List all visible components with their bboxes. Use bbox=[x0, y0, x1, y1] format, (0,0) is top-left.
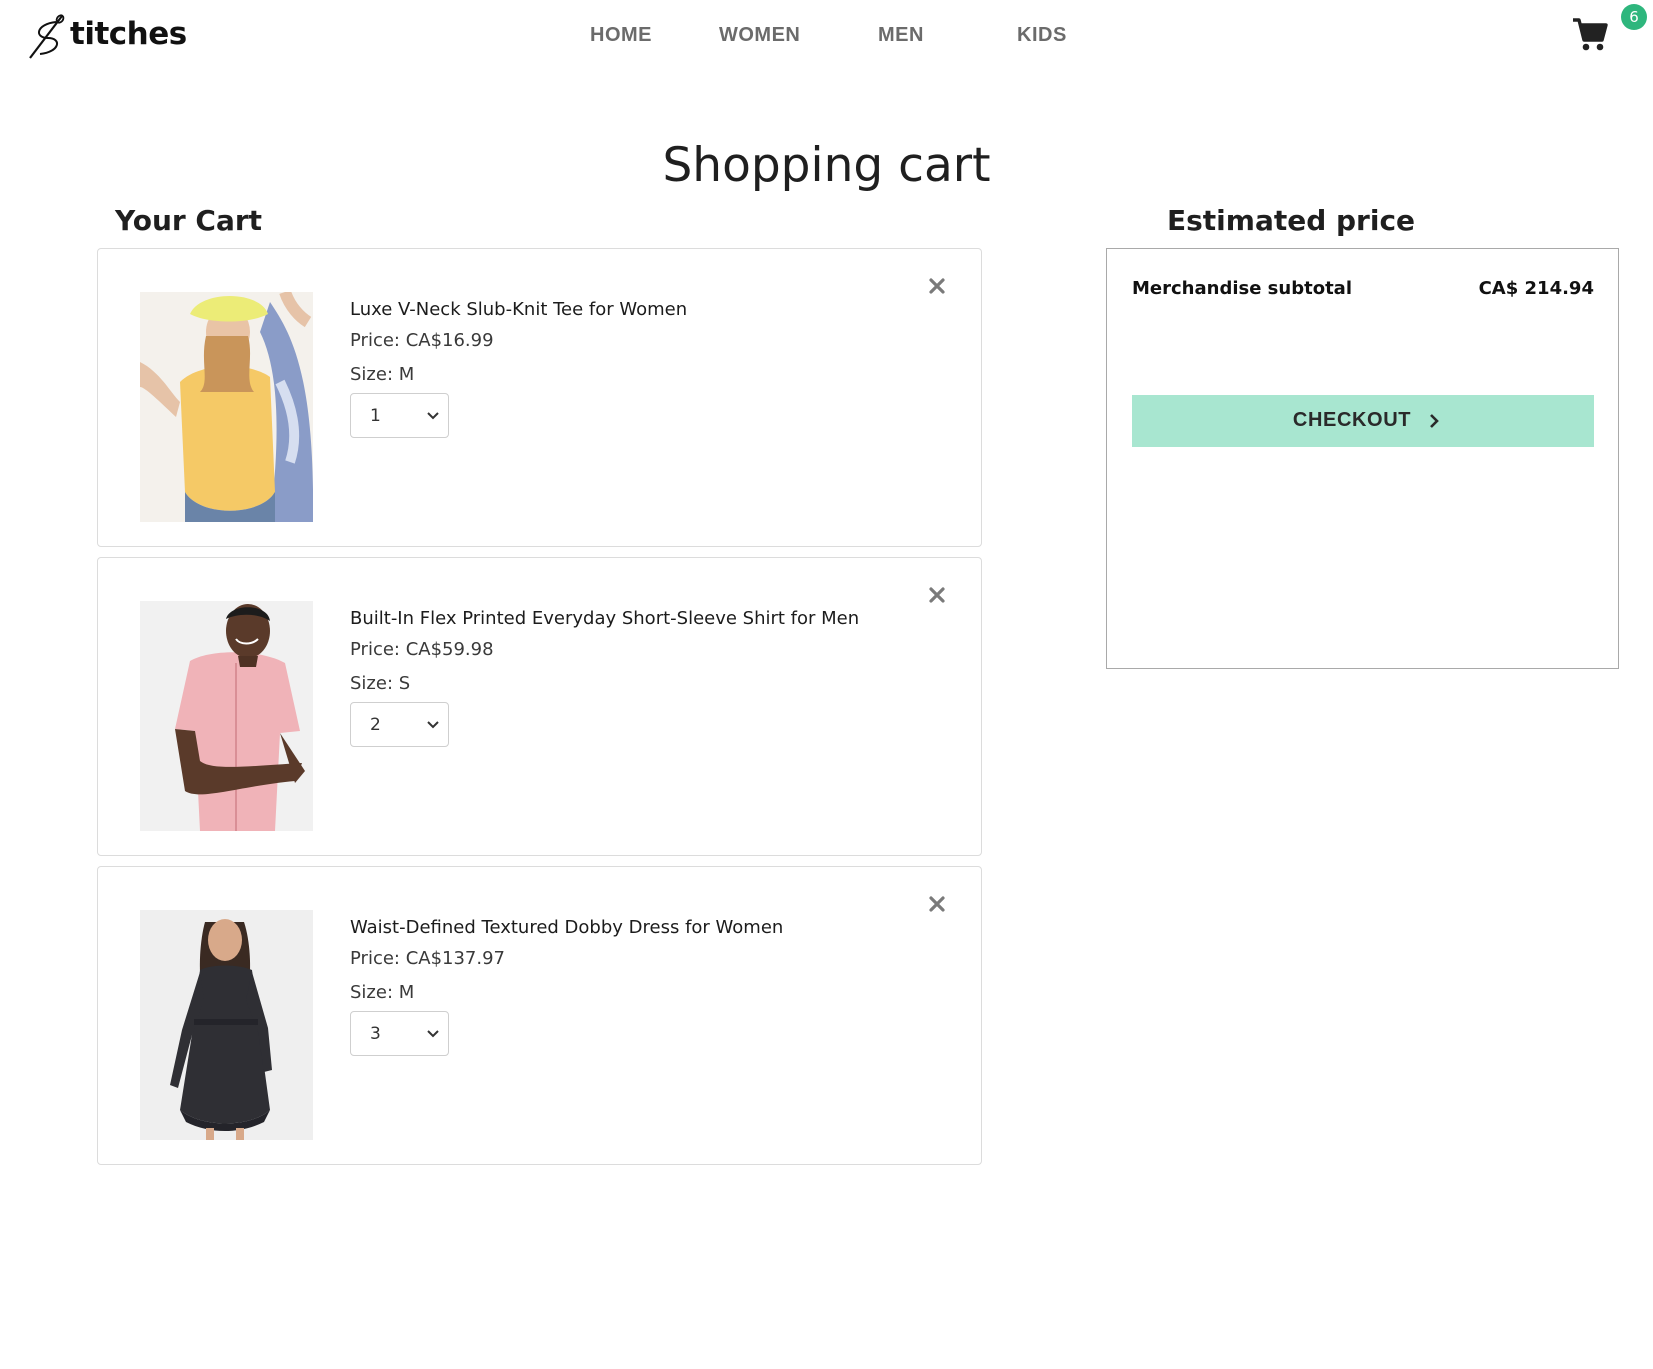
cart-count-badge: 6 bbox=[1621, 4, 1647, 30]
cart-item: Waist-Defined Textured Dobby Dress for W… bbox=[97, 866, 982, 1165]
checkout-button[interactable]: CHECKOUT bbox=[1132, 395, 1594, 447]
subtotal-label: Merchandise subtotal bbox=[1132, 278, 1352, 299]
subtotal-value: CA$ 214.94 bbox=[1478, 278, 1594, 299]
quantity-value: 3 bbox=[370, 1024, 381, 1044]
close-icon bbox=[929, 587, 945, 603]
nav-home[interactable]: HOME bbox=[590, 24, 652, 47]
site-header: titches HOME WOMEN MEN KIDS 6 bbox=[0, 0, 1653, 80]
quantity-value: 1 bbox=[370, 406, 381, 426]
product-size: Size: M bbox=[350, 364, 415, 385]
product-price: Price: CA$137.97 bbox=[350, 948, 506, 969]
product-image[interactable] bbox=[140, 292, 313, 522]
page-title: Shopping cart bbox=[662, 138, 991, 193]
summary-heading: Estimated price bbox=[1167, 204, 1416, 237]
remove-item-button[interactable] bbox=[926, 275, 948, 297]
checkout-label: CHECKOUT bbox=[1292, 409, 1412, 431]
product-name[interactable]: Built-In Flex Printed Everyday Short-Sle… bbox=[350, 608, 859, 629]
product-size: Size: S bbox=[350, 673, 411, 694]
chevron-down-icon bbox=[427, 721, 439, 729]
product-size: Size: M bbox=[350, 982, 415, 1003]
chevron-right-icon bbox=[1430, 414, 1439, 428]
remove-item-button[interactable] bbox=[926, 584, 948, 606]
nav-kids[interactable]: KIDS bbox=[1017, 24, 1067, 47]
logo-text: titches bbox=[70, 16, 187, 52]
quantity-select[interactable]: 2 bbox=[350, 702, 449, 747]
product-image[interactable] bbox=[140, 601, 313, 831]
product-image[interactable] bbox=[140, 910, 313, 1140]
shopping-cart-icon[interactable] bbox=[1571, 15, 1609, 53]
product-name[interactable]: Waist-Defined Textured Dobby Dress for W… bbox=[350, 917, 783, 938]
close-icon bbox=[929, 896, 945, 912]
order-summary: Merchandise subtotal CA$ 214.94 CHECKOUT bbox=[1106, 248, 1619, 669]
quantity-value: 2 bbox=[370, 715, 381, 735]
needle-thread-icon bbox=[29, 14, 65, 59]
logo[interactable]: titches bbox=[26, 10, 187, 62]
product-name[interactable]: Luxe V-Neck Slub-Knit Tee for Women bbox=[350, 299, 687, 320]
cart-item: Luxe V-Neck Slub-Knit Tee for Women Pric… bbox=[97, 248, 982, 547]
quantity-select[interactable]: 1 bbox=[350, 393, 449, 438]
cart-heading: Your Cart bbox=[115, 204, 263, 237]
close-icon bbox=[929, 278, 945, 294]
nav-women[interactable]: WOMEN bbox=[719, 24, 800, 47]
product-price: Price: CA$59.98 bbox=[350, 639, 494, 660]
quantity-select[interactable]: 3 bbox=[350, 1011, 449, 1056]
nav-men[interactable]: MEN bbox=[878, 24, 924, 47]
chevron-down-icon bbox=[427, 1030, 439, 1038]
remove-item-button[interactable] bbox=[926, 893, 948, 915]
product-price: Price: CA$16.99 bbox=[350, 330, 494, 351]
chevron-down-icon bbox=[427, 412, 439, 420]
cart-item: Built-In Flex Printed Everyday Short-Sle… bbox=[97, 557, 982, 856]
